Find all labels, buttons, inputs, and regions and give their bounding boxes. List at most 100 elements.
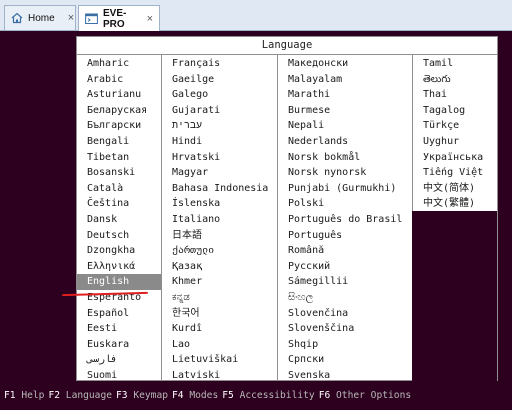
language-option[interactable]: Tiếng Việt (413, 165, 497, 181)
language-column-4: Tamil తెలుగు Thai Tagalog Türkçe Uyghur Україн… (413, 56, 497, 212)
language-option[interactable]: 한국어 (162, 306, 277, 322)
language-option[interactable]: Tamil (413, 56, 497, 72)
tab-home-label: Home (28, 12, 55, 24)
language-option[interactable]: Қазақ (162, 259, 277, 275)
language-option[interactable]: Thai (413, 87, 497, 103)
language-option[interactable]: Arabic (77, 72, 161, 88)
language-option[interactable]: Amharic (77, 56, 161, 72)
language-option[interactable]: Català (77, 181, 161, 197)
language-option[interactable]: Tibetan (77, 150, 161, 166)
language-option[interactable]: Bosanski (77, 165, 161, 181)
language-option[interactable]: فارسی (77, 352, 161, 368)
language-option[interactable]: עברית (162, 118, 277, 134)
language-option[interactable]: Uyghur (413, 134, 497, 150)
language-option[interactable]: Slovenčina (278, 306, 412, 322)
installer-screen: Language Amharic Arabic Asturianu Беларуска… (0, 31, 512, 410)
function-key-f6[interactable]: F6 Other Options (319, 390, 411, 401)
language-option[interactable]: Српски (278, 352, 412, 368)
language-option[interactable]: ಕನ್ನಡ (162, 290, 277, 306)
language-option[interactable]: Latviski (162, 368, 277, 384)
language-option[interactable]: Română (278, 243, 412, 259)
language-option[interactable]: Svenska (278, 368, 412, 384)
language-option[interactable]: Italiano (162, 212, 277, 228)
language-option[interactable]: Galego (162, 87, 277, 103)
language-option[interactable]: Polski (278, 196, 412, 212)
function-key-name: F2 (48, 390, 61, 401)
language-option[interactable]: Kurdî (162, 321, 277, 337)
language-option[interactable]: Español (77, 306, 161, 322)
language-option[interactable]: Ελληνικά (77, 259, 161, 275)
language-option[interactable]: ქართული (162, 243, 277, 259)
language-option[interactable]: Português (278, 228, 412, 244)
language-option[interactable]: Українська (413, 150, 497, 166)
close-icon[interactable]: × (68, 12, 74, 24)
language-option[interactable]: 日本語 (162, 228, 277, 244)
language-option[interactable]: Bahasa Indonesia (162, 181, 277, 197)
language-option[interactable]: Lao (162, 337, 277, 353)
function-key-name: F3 (116, 390, 128, 401)
language-option[interactable]: Gaeilge (162, 72, 277, 88)
function-key-f2[interactable]: F2 Language (48, 390, 112, 401)
language-option[interactable]: සිංහල (278, 290, 412, 306)
language-option[interactable]: Norsk nynorsk (278, 165, 412, 181)
function-key-label: Accessibility (239, 390, 315, 401)
language-column-1: Amharic Arabic Asturianu Беларуская Българск… (77, 56, 161, 383)
language-option[interactable]: Khmer (162, 274, 277, 290)
language-option[interactable]: Magyar (162, 165, 277, 181)
function-key-name: F1 (4, 390, 16, 401)
language-option[interactable]: Asturianu (77, 87, 161, 103)
language-option[interactable]: Nederlands (278, 134, 412, 150)
language-column-3: Македонски Malayalam Marathi Burmese Nepali N… (278, 56, 412, 383)
language-option[interactable]: Português do Brasil (278, 212, 412, 228)
function-key-label: Modes (189, 390, 219, 401)
language-option-selected[interactable]: English (77, 274, 161, 290)
language-option[interactable]: Čeština (77, 196, 161, 212)
language-option[interactable]: Punjabi (Gurmukhi) (278, 181, 412, 197)
language-option[interactable]: Dzongkha (77, 243, 161, 259)
function-key-f5[interactable]: F5 Accessibility (222, 390, 314, 401)
language-option[interactable]: Hrvatski (162, 150, 277, 166)
function-key-bar: F1 Help F2 Language F3 Keymap F4 Modes F5 Ac… (0, 388, 512, 404)
language-option[interactable]: Íslenska (162, 196, 277, 212)
language-option[interactable]: Nepali (278, 118, 412, 134)
language-option[interactable]: Burmese (278, 103, 412, 119)
language-option[interactable]: Türkçe (413, 118, 497, 134)
language-option[interactable]: Suomi (77, 368, 161, 384)
language-option[interactable]: Norsk bokmål (278, 150, 412, 166)
language-column-2: Français Gaeilge Galego Gujarati עברית Hindi H… (162, 56, 277, 383)
language-option[interactable]: Dansk (77, 212, 161, 228)
language-option[interactable]: Deutsch (77, 228, 161, 244)
language-option[interactable]: తెలుగు (413, 72, 497, 88)
function-key-f1[interactable]: F1 Help (4, 390, 44, 401)
language-dialog: Language Amharic Arabic Asturianu Беларуска… (76, 36, 498, 381)
language-option[interactable]: Lietuviškai (162, 352, 277, 368)
function-key-f3[interactable]: F3 Keymap (116, 390, 168, 401)
tab-home[interactable]: Home × (4, 5, 76, 30)
language-option[interactable]: Gujarati (162, 103, 277, 119)
language-option[interactable]: Македонски (278, 56, 412, 72)
language-option[interactable]: Malayalam (278, 72, 412, 88)
close-icon[interactable]: × (147, 13, 153, 25)
function-key-label: Help (21, 390, 45, 401)
function-key-name: F6 (318, 390, 331, 401)
language-option[interactable]: Русский (278, 259, 412, 275)
language-option[interactable]: Bengali (77, 134, 161, 150)
language-option[interactable]: Беларуская (77, 103, 161, 119)
tab-eve-pro-label: EVE-PRO (103, 7, 127, 30)
language-option[interactable]: Sámegillii (278, 274, 412, 290)
language-option[interactable]: Français (162, 56, 277, 72)
function-key-name: F4 (172, 390, 184, 401)
language-option[interactable]: 中文(繁體) (413, 196, 497, 212)
language-option[interactable]: Hindi (162, 134, 277, 150)
function-key-label: Keymap (133, 390, 169, 401)
language-option[interactable]: Eesti (77, 321, 161, 337)
tab-eve-pro[interactable]: EVE-PRO × (78, 5, 160, 31)
function-key-f4[interactable]: F4 Modes (172, 390, 218, 401)
language-option[interactable]: Slovenščina (278, 321, 412, 337)
language-option[interactable]: Marathi (278, 87, 412, 103)
language-option[interactable]: Euskara (77, 337, 161, 353)
language-option[interactable]: Български (77, 118, 161, 134)
language-option[interactable]: Tagalog (413, 103, 497, 119)
language-option[interactable]: Shqip (278, 337, 412, 353)
language-option[interactable]: 中文(简体) (413, 181, 497, 197)
